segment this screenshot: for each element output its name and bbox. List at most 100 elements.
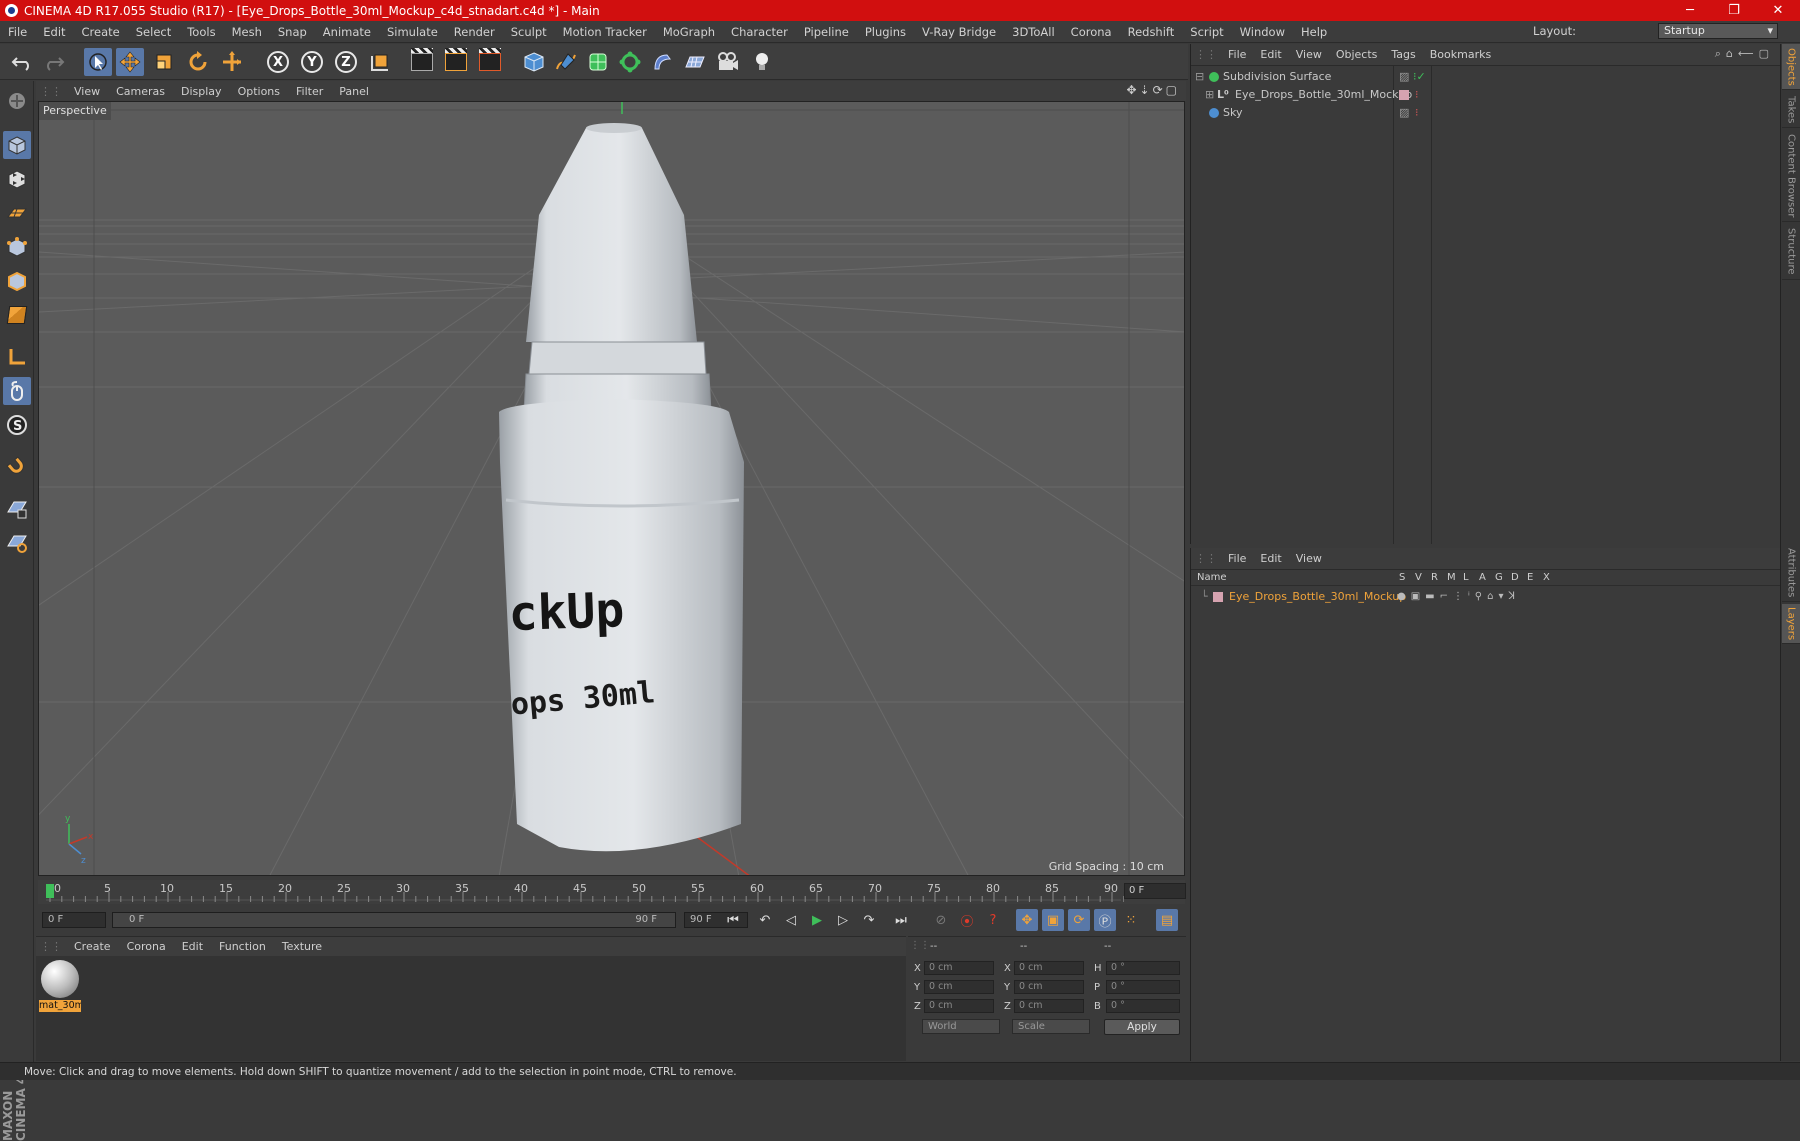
material-menu-create[interactable]: Create [66,940,119,953]
close-button[interactable]: ✕ [1756,0,1800,21]
record-button[interactable]: ⦿ [956,909,978,931]
current-frame-field[interactable]: 0 F [1124,883,1186,899]
viewport-menu-cameras[interactable]: Cameras [108,85,173,98]
y-axis-button[interactable]: Y [298,48,326,76]
enabled-check-icon[interactable]: ⁝✓ [1413,68,1426,86]
object-search-home-icons[interactable]: ⌕⌂⟵▢ [1715,47,1774,61]
undo-button[interactable] [8,48,36,76]
tab-structure[interactable]: Structure [1782,224,1800,280]
tab-objects[interactable]: Objects [1782,44,1800,90]
solo-mode-button[interactable]: S [3,411,31,439]
workplane-lock-button[interactable] [3,495,31,523]
menu-plugins[interactable]: Plugins [857,25,914,39]
model-mode-button[interactable] [3,131,31,159]
menu-animate[interactable]: Animate [315,25,379,39]
add-floor-button[interactable] [680,48,708,76]
perspective-viewport[interactable]: ckUp ops 30ml y x z Perspective Grid Spa… [38,101,1185,876]
visibility-dots-icon[interactable]: ⁝ [1415,86,1419,104]
object-menu-objects[interactable]: Objects [1329,48,1385,61]
object-row-sky[interactable]: Sky ▨ ⁝ [1191,104,1781,122]
prev-frame-button[interactable]: ◁ [780,909,802,931]
col-manager[interactable]: M [1447,572,1456,583]
timeline-window-button[interactable]: ▤ [1156,909,1178,931]
add-cube-button[interactable] [520,48,548,76]
prev-key-button[interactable]: ↶ [754,909,776,931]
menu-file[interactable]: File [0,25,35,39]
col-solo[interactable]: S [1399,572,1405,583]
layer-color-icon[interactable]: ▨ [1399,68,1409,86]
workplane-mode-button[interactable] [3,199,31,227]
expand-toggle-icon[interactable]: ⊞ [1205,86,1214,104]
menu-corona[interactable]: Corona [1063,25,1120,39]
scale-tool-button[interactable] [150,48,178,76]
move-tool-button[interactable] [116,48,144,76]
add-deformer-button[interactable] [648,48,676,76]
col-locked[interactable]: L [1463,572,1469,583]
layout-dropdown[interactable]: Startup [1658,23,1778,39]
size-z-field[interactable]: 0 cm [1014,999,1084,1013]
timeline-ruler[interactable]: 0 5 10 15 20 25 30 35 40 45 50 55 60 65 … [38,880,1185,904]
key-scale-button[interactable]: ▣ [1042,909,1064,931]
material-menu-edit[interactable]: Edit [174,940,211,953]
goto-end-button[interactable]: ⏭ [890,909,912,931]
object-menu-bookmarks[interactable]: Bookmarks [1423,48,1498,61]
next-frame-button[interactable]: ▷ [832,909,854,931]
menu-simulate[interactable]: Simulate [379,25,446,39]
col-generators[interactable]: G [1495,572,1503,583]
col-animation[interactable]: A [1479,572,1486,583]
edges-mode-button[interactable] [3,267,31,295]
layer-toggle-icons[interactable]: ●▣▬⌐⋮ⁱ⚲⌂▾ꓘ [1397,588,1520,606]
viewport-menu-view[interactable]: View [66,85,108,98]
redo-button[interactable] [40,48,68,76]
viewport-menu-display[interactable]: Display [173,85,230,98]
apply-button[interactable]: Apply [1104,1019,1180,1035]
material-menu-corona[interactable]: Corona [119,940,174,953]
points-mode-button[interactable] [3,233,31,261]
col-render[interactable]: R [1431,572,1438,583]
coordinate-space-dropdown[interactable]: World [922,1019,1000,1034]
key-parameter-button[interactable]: Ⓟ [1094,909,1116,931]
layer-color-swatch[interactable] [1213,592,1223,602]
menu-select[interactable]: Select [128,25,179,39]
menu-pipeline[interactable]: Pipeline [796,25,857,39]
coordinate-system-button[interactable] [366,48,394,76]
pos-x-field[interactable]: 0 cm [924,961,994,975]
layer-color-icon[interactable]: ▨ [1399,104,1409,122]
menu-mesh[interactable]: Mesh [224,25,270,39]
layer-menu-file[interactable]: File [1221,552,1253,565]
add-subdivision-button[interactable] [584,48,612,76]
viewport-menu-panel[interactable]: Panel [331,85,377,98]
viewport-menu-options[interactable]: Options [230,85,288,98]
playhead-marker[interactable] [46,884,54,898]
menu-vray-bridge[interactable]: V-Ray Bridge [914,25,1004,39]
menu-tools[interactable]: Tools [179,25,223,39]
layer-menu-view[interactable]: View [1289,552,1329,565]
rot-b-field[interactable]: 0 ° [1106,999,1180,1013]
pos-y-field[interactable]: 0 cm [924,980,994,994]
menu-redshift[interactable]: Redshift [1120,25,1183,39]
menu-window[interactable]: Window [1232,25,1293,39]
viewport-navigation-icons[interactable]: ✥⇣⟳▢ [1126,83,1180,97]
snap-button[interactable] [3,453,31,481]
tab-takes[interactable]: Takes [1782,92,1800,128]
object-row-eye-drops-bottle[interactable]: ⊞ L⁰ Eye_Drops_Bottle_30ml_Mockup ⁝ [1191,86,1781,104]
col-deformers[interactable]: D [1511,572,1519,583]
add-camera-button[interactable] [714,48,742,76]
visibility-dots-icon[interactable]: ⁝ [1415,104,1419,122]
goto-start-button[interactable]: ⏮ [722,909,744,931]
x-axis-button[interactable]: X [264,48,292,76]
axis-mode-button[interactable] [3,343,31,371]
size-mode-dropdown[interactable]: Scale [1012,1019,1090,1034]
render-view-button[interactable] [408,48,436,76]
live-selection-button[interactable] [84,48,112,76]
tweak-mode-button[interactable] [3,377,31,405]
make-editable-button[interactable] [3,87,31,115]
eye-drops-bottle-model[interactable] [499,123,744,852]
menu-edit[interactable]: Edit [35,25,73,39]
object-menu-tags[interactable]: Tags [1384,48,1422,61]
menu-3dtoall[interactable]: 3DToAll [1004,25,1063,39]
layer-menu-edit[interactable]: Edit [1253,552,1288,565]
menu-script[interactable]: Script [1182,25,1231,39]
col-view[interactable]: V [1415,572,1422,583]
tab-content-browser[interactable]: Content Browser [1782,130,1800,222]
